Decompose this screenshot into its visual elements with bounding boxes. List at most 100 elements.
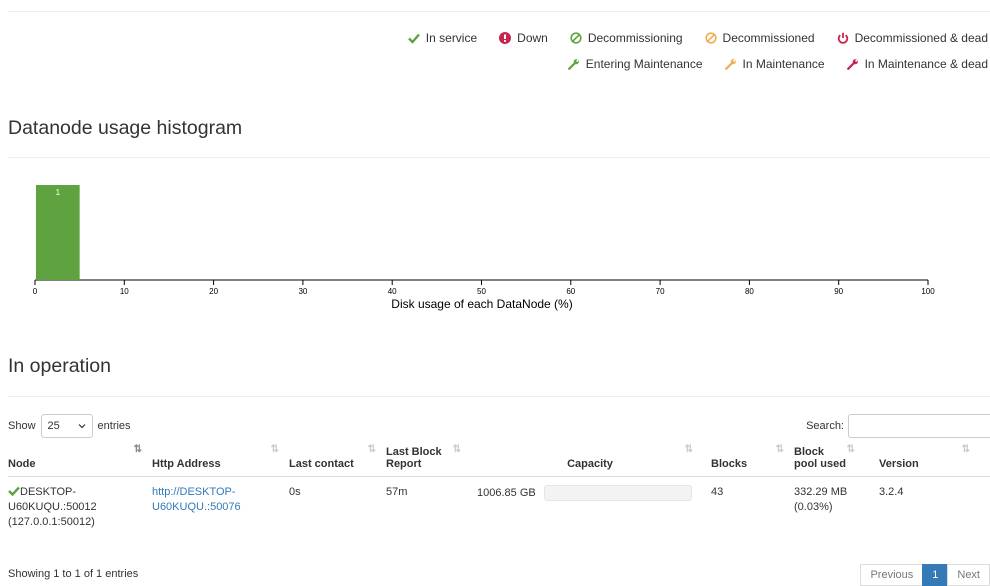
col-version[interactable]: ⇅ Version bbox=[879, 442, 990, 477]
legend-decommissioned-dead: Decommissioned & dead bbox=[837, 31, 988, 45]
x-tick-label: 80 bbox=[745, 287, 754, 296]
operation-title: In operation bbox=[8, 355, 111, 378]
col-last-contact-label: Last contact bbox=[289, 458, 354, 470]
legend-row-1: In service Down Decommissioning Decommis… bbox=[408, 31, 988, 45]
col-pool-label-2: pool used bbox=[794, 458, 846, 470]
cell-node: DESKTOP- U60KUQU.:50012 (127.0.0.1:50012… bbox=[8, 477, 152, 534]
wrench-icon bbox=[568, 58, 580, 70]
checkmark-icon bbox=[8, 486, 20, 496]
top-divider bbox=[8, 11, 990, 12]
node-name-line-2: U60KUQU.:50012 bbox=[8, 501, 97, 513]
x-tick-label: 60 bbox=[566, 287, 575, 296]
legend-decommissioned: Decommissioned bbox=[705, 31, 815, 45]
sort-icon: ⇅ bbox=[271, 444, 277, 455]
table-header-row: ⇅ Node ⇅ Http Address ⇅ Last contact ⇅ L… bbox=[8, 442, 990, 477]
sort-icon: ⇅ bbox=[368, 444, 374, 455]
col-blocks[interactable]: ⇅ Blocks bbox=[703, 442, 794, 477]
node-ip: (127.0.0.1:50012) bbox=[8, 516, 95, 528]
col-node[interactable]: ⇅ Node bbox=[8, 442, 152, 477]
sort-icon: ⇅ bbox=[962, 444, 968, 455]
histogram-divider bbox=[8, 157, 990, 158]
search-input[interactable] bbox=[848, 414, 990, 438]
col-version-label: Version bbox=[879, 458, 919, 470]
legend-row-2: Entering Maintenance In Maintenance In M… bbox=[568, 57, 988, 71]
col-last-block-report[interactable]: ⇅ Last Block Report bbox=[386, 442, 477, 477]
col-last-contact[interactable]: ⇅ Last contact bbox=[289, 442, 386, 477]
x-tick-label: 30 bbox=[298, 287, 307, 296]
search-label: Search: bbox=[806, 420, 844, 432]
cell-blocks: 43 bbox=[703, 477, 794, 534]
x-tick-label: 20 bbox=[209, 287, 218, 296]
capacity-text: 1006.85 GB bbox=[477, 486, 541, 501]
legend-label: Decommissioned bbox=[723, 31, 815, 45]
legend-label: In Maintenance bbox=[743, 57, 825, 71]
col-last-block-label-1: Last Block bbox=[386, 446, 442, 458]
chevron-down-icon bbox=[78, 423, 86, 429]
page-size-select[interactable]: 25 bbox=[41, 414, 93, 438]
checkmark-icon bbox=[408, 32, 420, 44]
legend-decommissioning: Decommissioning bbox=[570, 31, 683, 45]
page-size-control: Show 25 entries bbox=[8, 414, 131, 438]
next-button[interactable]: Next bbox=[947, 564, 990, 586]
sort-asc-icon: ⇅ bbox=[134, 444, 140, 455]
sort-icon: ⇅ bbox=[847, 444, 853, 455]
page-size-value: 25 bbox=[48, 420, 60, 432]
legend-down: Down bbox=[499, 31, 548, 45]
histogram-bar-label: 1 bbox=[56, 188, 61, 197]
sort-icon: ⇅ bbox=[685, 444, 691, 455]
col-capacity-label: Capacity bbox=[567, 458, 613, 470]
x-tick-label: 40 bbox=[388, 287, 397, 296]
previous-button[interactable]: Previous bbox=[860, 564, 923, 586]
legend-label: In service bbox=[426, 31, 477, 45]
x-tick-label: 10 bbox=[120, 287, 129, 296]
capacity-bar bbox=[544, 485, 692, 501]
page-1-button[interactable]: 1 bbox=[922, 564, 948, 586]
cell-block-pool-used: 332.29 MB (0.03%) bbox=[794, 477, 879, 534]
table-row: DESKTOP- U60KUQU.:50012 (127.0.0.1:50012… bbox=[8, 477, 990, 534]
cell-capacity: 1006.85 GB bbox=[477, 477, 703, 534]
col-pool-label-1: Block bbox=[794, 446, 824, 458]
cell-version: 3.2.4 bbox=[879, 477, 990, 534]
histogram-bars: 1 bbox=[36, 185, 80, 280]
legend-label: Down bbox=[517, 31, 548, 45]
x-tick-label: 0 bbox=[33, 287, 38, 296]
sort-icon: ⇅ bbox=[776, 444, 782, 455]
http-line-1: http://DESKTOP- bbox=[152, 486, 236, 498]
sort-icon: ⇅ bbox=[453, 444, 459, 455]
histogram-title: Datanode usage histogram bbox=[8, 117, 242, 140]
wrench-icon bbox=[725, 58, 737, 70]
legend-in-maintenance-dead: In Maintenance & dead bbox=[847, 57, 988, 71]
col-http-label: Http Address bbox=[152, 458, 221, 470]
col-capacity[interactable]: ⇅ Capacity bbox=[477, 442, 703, 477]
legend-label: In Maintenance & dead bbox=[865, 57, 988, 71]
legend-in-service: In service bbox=[408, 31, 477, 45]
col-blocks-label: Blocks bbox=[711, 458, 747, 470]
legend-entering-maintenance: Entering Maintenance bbox=[568, 57, 703, 71]
usage-histogram: 0102030405060708090100 1 Disk usage of e… bbox=[0, 165, 990, 320]
show-label: Show bbox=[8, 420, 36, 432]
pool-used-percent: (0.03%) bbox=[794, 501, 833, 513]
cell-http-address: http://DESKTOP-U60KUQU.:50076 bbox=[152, 477, 289, 534]
ban-icon bbox=[705, 32, 717, 44]
col-http-address[interactable]: ⇅ Http Address bbox=[152, 442, 289, 477]
http-address-link[interactable]: http://DESKTOP-U60KUQU.:50076 bbox=[152, 486, 241, 513]
x-tick-label: 50 bbox=[477, 287, 486, 296]
legend-label: Entering Maintenance bbox=[586, 57, 703, 71]
legend-label: Decommissioned & dead bbox=[855, 31, 988, 45]
datanode-table: ⇅ Node ⇅ Http Address ⇅ Last contact ⇅ L… bbox=[8, 442, 990, 534]
x-tick-label: 100 bbox=[921, 287, 935, 296]
table-info: Showing 1 to 1 of 1 entries bbox=[8, 568, 138, 580]
node-name-line-1: DESKTOP- bbox=[20, 486, 76, 498]
exclamation-circle-icon bbox=[499, 32, 511, 44]
col-block-pool-used[interactable]: ⇅ Block pool used bbox=[794, 442, 879, 477]
col-node-label: Node bbox=[8, 458, 36, 470]
operation-divider bbox=[8, 396, 990, 397]
cell-last-contact: 0s bbox=[289, 477, 386, 534]
x-tick-label: 90 bbox=[834, 287, 843, 296]
col-last-block-label-2: Report bbox=[386, 458, 421, 470]
pagination: Previous 1 Next bbox=[861, 564, 990, 586]
legend-label: Decommissioning bbox=[588, 31, 683, 45]
ban-icon bbox=[570, 32, 582, 44]
wrench-icon bbox=[847, 58, 859, 70]
search-control: Search: bbox=[806, 414, 990, 438]
